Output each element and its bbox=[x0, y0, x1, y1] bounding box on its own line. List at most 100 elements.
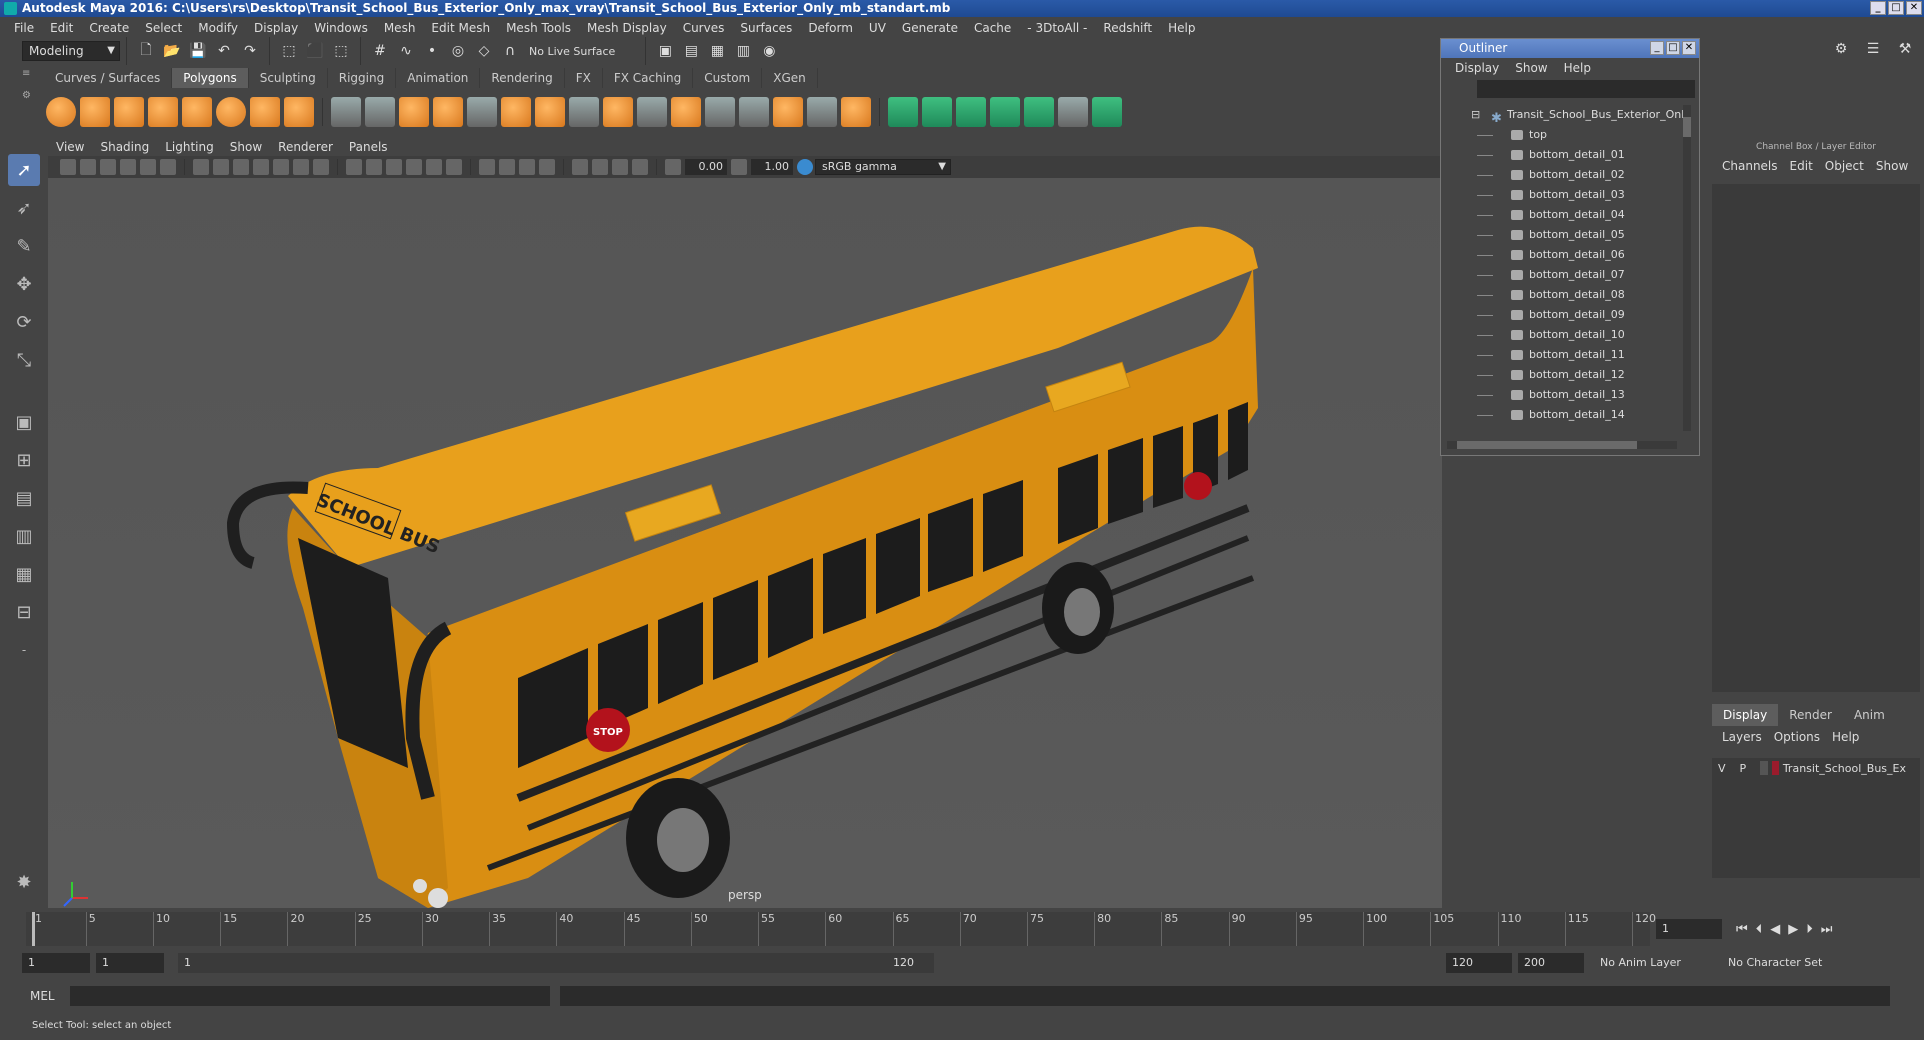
channel-menu-object[interactable]: Object bbox=[1819, 156, 1870, 176]
shelf-options[interactable]: ≡ ⚙ bbox=[22, 68, 36, 128]
shelf-tab-rendering[interactable]: Rendering bbox=[480, 68, 565, 88]
outliner-item[interactable]: bottom_detail_13 bbox=[1441, 385, 1683, 405]
ipr-render-icon[interactable]: ▦ bbox=[706, 40, 728, 62]
film-gate-icon[interactable] bbox=[213, 159, 229, 175]
image-plane-icon[interactable] bbox=[120, 159, 136, 175]
layer-type-box[interactable] bbox=[1760, 761, 1768, 775]
snap-curve-icon[interactable]: ∿ bbox=[395, 40, 417, 62]
play-forward-icon[interactable]: ▶ bbox=[1788, 922, 1798, 937]
persp-graph-icon[interactable]: ▥ bbox=[8, 520, 40, 552]
combine-icon[interactable] bbox=[331, 97, 361, 127]
outliner-item[interactable]: bottom_detail_05 bbox=[1441, 225, 1683, 245]
camera-attributes-icon[interactable] bbox=[80, 159, 96, 175]
playback-start-field[interactable]: 1 bbox=[96, 953, 164, 973]
range-slider[interactable]: 1 120 bbox=[178, 953, 934, 973]
viewport-menu-view[interactable]: View bbox=[48, 138, 92, 156]
anim-end-field[interactable]: 200 bbox=[1518, 953, 1584, 973]
rotate-tool-icon[interactable]: ⟳ bbox=[8, 306, 40, 338]
outliner-item[interactable]: bottom_detail_06 bbox=[1441, 245, 1683, 265]
menu-help[interactable]: Help bbox=[1160, 21, 1203, 35]
append-icon[interactable] bbox=[671, 97, 701, 127]
snap-point-icon[interactable]: • bbox=[421, 40, 443, 62]
mel-label[interactable]: MEL bbox=[30, 989, 70, 1003]
redo-icon[interactable]: ↷ bbox=[239, 40, 261, 62]
poly-prism-icon[interactable] bbox=[250, 97, 280, 127]
menu-select[interactable]: Select bbox=[137, 21, 190, 35]
menu-create[interactable]: Create bbox=[81, 21, 137, 35]
persp-outliner-icon[interactable]: ▤ bbox=[8, 482, 40, 514]
resolution-gate-icon[interactable] bbox=[233, 159, 249, 175]
close-button[interactable]: ✕ bbox=[1906, 1, 1922, 15]
extrude-icon[interactable] bbox=[535, 97, 565, 127]
antialias-icon[interactable] bbox=[519, 159, 535, 175]
layout-custom-icon[interactable]: ⊟ bbox=[8, 596, 40, 628]
shelf-tab-rigging[interactable]: Rigging bbox=[328, 68, 397, 88]
smooth-shade-icon[interactable] bbox=[366, 159, 382, 175]
current-frame-field[interactable]: 1 bbox=[1656, 919, 1722, 939]
save-scene-icon[interactable]: 💾 bbox=[187, 40, 209, 62]
maya-home-icon[interactable]: ✸ bbox=[8, 866, 40, 898]
outliner-item[interactable]: bottom_detail_07 bbox=[1441, 265, 1683, 285]
outliner-menu-display[interactable]: Display bbox=[1447, 61, 1507, 75]
safe-action-icon[interactable] bbox=[293, 159, 309, 175]
field-chart-icon[interactable] bbox=[273, 159, 289, 175]
layer-color-swatch[interactable] bbox=[1771, 761, 1779, 775]
open-scene-icon[interactable]: 📂 bbox=[161, 40, 183, 62]
menu-edit-mesh[interactable]: Edit Mesh bbox=[423, 21, 498, 35]
gamma-icon[interactable] bbox=[731, 159, 747, 175]
undo-icon[interactable]: ↶ bbox=[213, 40, 235, 62]
wireframe-on-shaded-icon[interactable] bbox=[386, 159, 402, 175]
collapse-icon[interactable]: ⊟ bbox=[1471, 105, 1480, 125]
hypershade-icon[interactable]: ◉ bbox=[758, 40, 780, 62]
extract-icon[interactable] bbox=[399, 97, 429, 127]
layer-menu-layers[interactable]: Layers bbox=[1716, 726, 1768, 748]
channel-menu-channels[interactable]: Channels bbox=[1716, 156, 1784, 176]
single-perspective-icon[interactable]: ▣ bbox=[8, 406, 40, 438]
motion-blur-icon[interactable] bbox=[499, 159, 515, 175]
scale-tool-icon[interactable]: ⤡ bbox=[8, 344, 40, 376]
select-hierarchy-icon[interactable]: ⬚ bbox=[278, 40, 300, 62]
menu-edit[interactable]: Edit bbox=[42, 21, 81, 35]
layer-visibility-toggle[interactable]: V bbox=[1718, 762, 1726, 775]
outliner-item[interactable]: bottom_detail_12 bbox=[1441, 365, 1683, 385]
render-view-icon[interactable]: ▣ bbox=[654, 40, 676, 62]
layer-tab-display[interactable]: Display bbox=[1712, 704, 1779, 726]
spherical-uv-icon[interactable] bbox=[956, 97, 986, 127]
menu-uv[interactable]: UV bbox=[861, 21, 894, 35]
multi-cut-icon[interactable] bbox=[569, 97, 599, 127]
viewport-menu-shading[interactable]: Shading bbox=[92, 138, 157, 156]
shelf-tab-sculpting[interactable]: Sculpting bbox=[249, 68, 328, 88]
poly-cylinder-icon[interactable] bbox=[114, 97, 144, 127]
perspective-viewport[interactable]: SCHOOL BUS STOP persp bbox=[48, 178, 1442, 908]
outliner-item[interactable]: bottom_detail_02 bbox=[1441, 165, 1683, 185]
layer-tab-anim[interactable]: Anim bbox=[1843, 704, 1896, 726]
go-to-start-icon[interactable]: ⏮ bbox=[1736, 922, 1748, 937]
prev-key-icon[interactable]: ◀ bbox=[1770, 922, 1780, 937]
viewport-menu-renderer[interactable]: Renderer bbox=[270, 138, 341, 156]
hypershade-layout-icon[interactable]: ▦ bbox=[8, 558, 40, 590]
merge-icon[interactable] bbox=[773, 97, 803, 127]
uv-cut-icon[interactable] bbox=[1092, 97, 1122, 127]
xray-icon[interactable] bbox=[592, 159, 608, 175]
cylindrical-uv-icon[interactable] bbox=[922, 97, 952, 127]
target-weld-icon[interactable] bbox=[807, 97, 837, 127]
menu-curves[interactable]: Curves bbox=[675, 21, 733, 35]
select-tool-icon[interactable]: ➚ bbox=[8, 154, 40, 186]
layer-menu-help[interactable]: Help bbox=[1826, 726, 1865, 748]
gate-mask-icon[interactable] bbox=[253, 159, 269, 175]
offset-loop-icon[interactable] bbox=[739, 97, 769, 127]
viewport-menu-lighting[interactable]: Lighting bbox=[157, 138, 222, 156]
color-space-dropdown[interactable]: sRGB gamma ▼ bbox=[815, 159, 951, 175]
menu-generate[interactable]: Generate bbox=[894, 21, 966, 35]
shadows-icon[interactable] bbox=[446, 159, 462, 175]
mel-input[interactable] bbox=[70, 986, 550, 1006]
boolean-icon[interactable] bbox=[467, 97, 497, 127]
planar-uv-icon[interactable] bbox=[888, 97, 918, 127]
use-all-lights-icon[interactable] bbox=[426, 159, 442, 175]
isolate-select-icon[interactable] bbox=[572, 159, 588, 175]
ambient-occlusion-icon[interactable] bbox=[479, 159, 495, 175]
layer-playback-toggle[interactable]: P bbox=[1740, 762, 1747, 775]
snap-surface-icon[interactable]: ◇ bbox=[473, 40, 495, 62]
outliner-item[interactable]: bottom_detail_04 bbox=[1441, 205, 1683, 225]
outliner-item[interactable]: bottom_detail_01 bbox=[1441, 145, 1683, 165]
